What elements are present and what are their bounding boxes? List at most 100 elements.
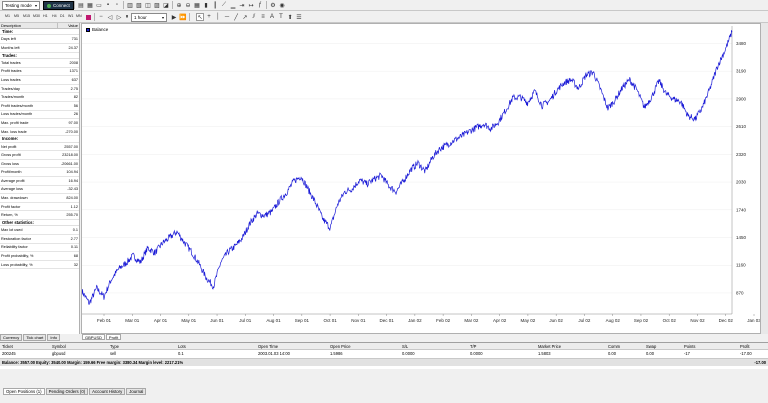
objects-list-icon[interactable]: ☰ bbox=[295, 13, 303, 21]
stats-row[interactable]: Profit factor 1.12 bbox=[0, 203, 79, 212]
stats-row[interactable]: Profit probability, % 68 bbox=[0, 252, 79, 261]
timeframe-h1[interactable]: H1 bbox=[43, 14, 48, 18]
tab-gbpusd[interactable]: GBPUSD bbox=[82, 334, 105, 340]
zoom-in-icon[interactable]: ⊕ bbox=[175, 1, 183, 9]
candles-icon[interactable]: ▮ bbox=[202, 1, 210, 9]
column-header[interactable]: Swap bbox=[646, 344, 656, 349]
column-header[interactable]: Open Time bbox=[258, 344, 278, 349]
stats-row[interactable]: Reliability factor 0.11 bbox=[0, 244, 79, 253]
stats-row[interactable]: Trades/day 2.75 bbox=[0, 85, 79, 94]
stats-row[interactable]: Loss trades/month 26 bbox=[0, 111, 79, 120]
properties-icon[interactable]: ⚙ bbox=[269, 1, 277, 9]
timeframe-w1[interactable]: W1 bbox=[68, 14, 73, 18]
open-file-icon[interactable]: ▭ bbox=[95, 1, 103, 9]
history-icon[interactable]: ▧ bbox=[135, 1, 143, 9]
column-header[interactable]: Open Price bbox=[330, 344, 350, 349]
templates-icon[interactable]: ▦ bbox=[86, 1, 94, 9]
column-header[interactable]: S/L bbox=[402, 344, 408, 349]
auto-scroll-icon[interactable]: ⇥ bbox=[238, 1, 246, 9]
line-chart-icon[interactable]: ⟋ bbox=[220, 1, 228, 9]
zoom-out-icon[interactable]: ⊖ bbox=[184, 1, 192, 9]
chart-icon[interactable]: ◪ bbox=[162, 1, 170, 9]
stats-row[interactable]: Trades/month 82 bbox=[0, 93, 79, 102]
column-header[interactable]: Comm bbox=[608, 344, 620, 349]
tab-account-history[interactable]: Account History bbox=[89, 388, 126, 395]
stats-row[interactable]: Profit trades/month 56 bbox=[0, 102, 79, 111]
stats-row[interactable]: Months left 24.37 bbox=[0, 44, 79, 53]
stats-row[interactable]: Days left 731 bbox=[0, 35, 79, 44]
tab-open-positions[interactable]: Open Positions (1) bbox=[3, 388, 45, 395]
tab-journal[interactable]: Journal bbox=[126, 388, 147, 395]
stats-row[interactable]: Net profit 2557.00 bbox=[0, 143, 79, 152]
graph-icon[interactable]: ◫ bbox=[144, 1, 152, 9]
column-header-value[interactable]: Value bbox=[57, 23, 79, 28]
stats-row[interactable]: Restoration factor 2.77 bbox=[0, 235, 79, 244]
minus-icon[interactable]: − bbox=[97, 13, 105, 21]
cursor-icon[interactable]: ↖ bbox=[196, 13, 204, 21]
stats-row[interactable]: Max. loss trade -270.00 bbox=[0, 128, 79, 137]
column-header[interactable]: Ticket bbox=[2, 344, 13, 349]
period-select[interactable]: 1 hour ▾ bbox=[131, 13, 167, 22]
column-header[interactable]: T/P bbox=[470, 344, 476, 349]
label-icon[interactable]: T bbox=[277, 13, 285, 21]
stats-row[interactable]: Max. drawdown 824.00 bbox=[0, 194, 79, 203]
strategy-tester-icon[interactable]: ◉ bbox=[278, 1, 286, 9]
crosshair-icon[interactable]: + bbox=[205, 13, 213, 21]
stats-row[interactable]: Profit/month 104.94 bbox=[0, 168, 79, 178]
column-header[interactable]: Market Price bbox=[538, 344, 561, 349]
connect-button[interactable]: Connect bbox=[43, 1, 74, 10]
arrow-icon[interactable]: ⬆ bbox=[286, 13, 294, 21]
trend-line-icon[interactable]: ╱ bbox=[232, 13, 240, 21]
tab-tick-chart[interactable]: Tick chart bbox=[23, 334, 47, 341]
text-icon[interactable]: A bbox=[268, 13, 276, 21]
step-back-icon[interactable]: ◁ bbox=[106, 13, 114, 21]
channel-icon[interactable]: ⫽ bbox=[250, 13, 258, 21]
print-icon[interactable]: ▫ bbox=[113, 1, 121, 9]
fibonacci-icon[interactable]: ≡ bbox=[259, 13, 267, 21]
column-header[interactable]: Profit bbox=[740, 344, 750, 349]
timeframe-h4[interactable]: H4 bbox=[52, 14, 57, 18]
stats-row[interactable]: Total trades 2008 bbox=[0, 59, 79, 68]
timeframe-m1[interactable]: M1 bbox=[5, 14, 10, 18]
timeframe-d1[interactable]: D1 bbox=[60, 14, 65, 18]
stats-row[interactable]: Gross loss -20661.00 bbox=[0, 160, 79, 169]
stats-row[interactable]: Loss trades 637 bbox=[0, 76, 79, 85]
bars-icon[interactable]: ┃ bbox=[211, 1, 219, 9]
column-header-description[interactable]: Description bbox=[0, 23, 57, 28]
step-forward-icon[interactable]: ▷ bbox=[115, 13, 123, 21]
stats-row[interactable]: Profit trades 1371 bbox=[0, 68, 79, 77]
stats-row[interactable]: Gross profit 23218.00 bbox=[0, 151, 79, 160]
play-icon[interactable]: ▶ bbox=[170, 13, 178, 21]
volumes-icon[interactable]: ▁ bbox=[229, 1, 237, 9]
column-header[interactable]: Points bbox=[684, 344, 695, 349]
timeframe-m30[interactable]: M30 bbox=[33, 14, 40, 18]
grid-icon[interactable]: ▦ bbox=[193, 1, 201, 9]
chart-shift-icon[interactable]: ↦ bbox=[247, 1, 255, 9]
new-chart-icon[interactable]: ▤ bbox=[77, 1, 85, 9]
stats-row[interactable]: Average loss -32.43 bbox=[0, 186, 79, 195]
timeframe-m5[interactable]: M5 bbox=[14, 14, 19, 18]
timeframe-m15[interactable]: M15 bbox=[23, 14, 30, 18]
column-header[interactable]: Lots bbox=[178, 344, 186, 349]
stats-row[interactable]: Average profit 16.94 bbox=[0, 177, 79, 186]
stats-row[interactable]: Max. profit trade 97.00 bbox=[0, 119, 79, 128]
tab-pending-orders[interactable]: Pending Orders (0) bbox=[45, 388, 89, 395]
save-icon[interactable]: ▪ bbox=[104, 1, 112, 9]
stats-row[interactable]: Return, % 255.70 bbox=[0, 211, 79, 221]
color-picker-icon[interactable] bbox=[84, 13, 92, 21]
tab-currency[interactable]: Currency bbox=[0, 334, 23, 341]
pause-icon[interactable]: ⏸ bbox=[123, 13, 131, 21]
ray-icon[interactable]: ↗ bbox=[241, 13, 249, 21]
timeframe-mn[interactable]: MN bbox=[76, 14, 82, 18]
mode-select[interactable]: Testing mode ▾ bbox=[2, 1, 40, 10]
tab-info[interactable]: Info bbox=[47, 334, 61, 341]
trade-icon[interactable]: ▥ bbox=[126, 1, 134, 9]
stats-row[interactable]: Max lot used 0.1 bbox=[0, 226, 79, 236]
column-header[interactable]: Symbol bbox=[52, 344, 66, 349]
column-header[interactable]: Type bbox=[110, 344, 119, 349]
indicators-icon[interactable]: ƒ bbox=[256, 1, 264, 9]
balance-chart[interactable]: 870 1160 1450 1740 2030 2320 2610 2900 3190 3480 F… bbox=[81, 23, 761, 334]
fast-forward-icon[interactable]: ⏩ bbox=[179, 13, 187, 21]
horizontal-line-icon[interactable]: ─ bbox=[223, 13, 231, 21]
stats-row[interactable]: Loss probability, % 32 bbox=[0, 261, 79, 270]
